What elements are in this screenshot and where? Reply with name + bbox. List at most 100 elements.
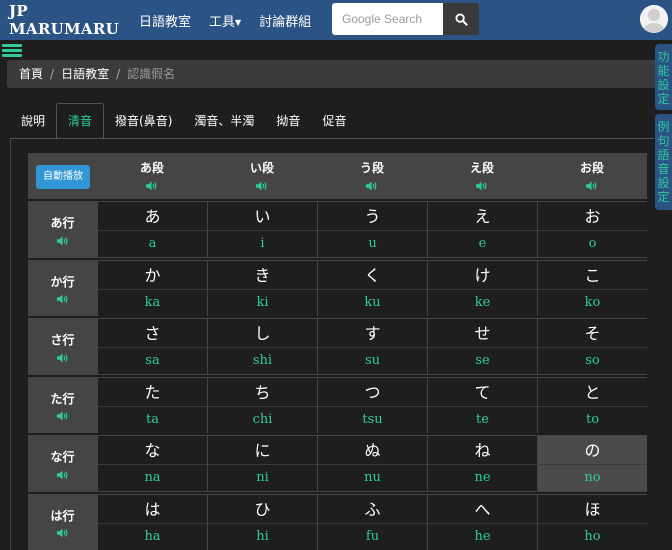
speaker-icon[interactable]	[28, 292, 97, 306]
kana-cell[interactable]: こ ko	[538, 260, 647, 316]
kana-character: つ	[318, 378, 427, 407]
speaker-icon[interactable]	[28, 526, 97, 540]
nav-link-classroom[interactable]: 日語教室	[139, 11, 191, 30]
romaji-label: te	[476, 411, 489, 427]
row-header[interactable]: は行	[28, 493, 97, 550]
kana-character: な	[98, 436, 207, 465]
kana-cell[interactable]: そ so	[538, 319, 647, 374]
speaker-icon[interactable]	[317, 178, 427, 192]
row-header[interactable]: た行	[28, 376, 97, 433]
kana-cell[interactable]: は ha	[98, 494, 207, 550]
kana-cell[interactable]: ふ fu	[318, 494, 427, 550]
caret-down-icon: ▼	[235, 17, 242, 27]
kana-character: ふ	[318, 495, 427, 524]
kana-character: す	[318, 319, 427, 348]
romaji-label: he	[474, 528, 491, 544]
kana-cell[interactable]: ね ne	[428, 436, 537, 491]
kana-cell[interactable]: な na	[98, 436, 207, 491]
column-header-label: お段	[579, 161, 604, 175]
kana-character: あ	[98, 202, 207, 231]
side-panel-voice[interactable]: 例句語音設定	[655, 114, 672, 210]
site-brand[interactable]: JP MARUMARU	[9, 2, 139, 38]
romaji-label: ka	[144, 294, 161, 310]
kana-cell[interactable]: て te	[428, 377, 537, 433]
kana-cell[interactable]: いi	[208, 202, 317, 257]
side-panel-settings[interactable]: 功能設定	[655, 44, 672, 110]
column-header[interactable]: え段	[427, 159, 537, 192]
tab-seion[interactable]: 清音	[56, 103, 105, 138]
side-panel-settings-label: 功能設定	[657, 50, 670, 106]
kana-cell[interactable]: す su	[318, 319, 427, 374]
nav-link-tools-label: 工具	[209, 14, 236, 30]
kana-cell[interactable]: さ sa	[98, 319, 207, 374]
hamburger-menu-icon[interactable]	[2, 44, 22, 58]
row-header-label: あ行	[50, 216, 75, 230]
search-input[interactable]: Google Search	[332, 3, 443, 35]
kana-cell[interactable]: た ta	[98, 377, 207, 433]
speaker-icon[interactable]	[427, 178, 537, 192]
kana-cell[interactable]: つ tsu	[318, 377, 427, 433]
tab-dakuon[interactable]: 濁音、半濁	[183, 104, 265, 138]
romaji-label: so	[585, 353, 600, 368]
kana-character: お	[538, 202, 647, 231]
row-header-label: は行	[50, 508, 75, 523]
column-header[interactable]: い段	[207, 159, 317, 192]
kana-cell[interactable]: ひ hi	[208, 494, 317, 550]
romaji-label: su	[364, 353, 381, 368]
romaji-label: to	[585, 411, 600, 427]
kana-cell[interactable]: おo	[538, 202, 647, 257]
kana-cell[interactable]: き ki	[208, 260, 317, 316]
speaker-icon[interactable]	[97, 178, 207, 192]
tab-explanation[interactable]: 說明	[10, 104, 56, 138]
romaji-label: ni	[256, 470, 269, 485]
speaker-icon[interactable]	[28, 350, 97, 364]
speaker-icon[interactable]	[28, 467, 97, 481]
kana-cell[interactable]: く ku	[318, 260, 427, 316]
kana-cell[interactable]: に ni	[208, 436, 317, 491]
nav-link-forum[interactable]: 討論群組	[259, 11, 311, 30]
speaker-icon[interactable]	[537, 178, 647, 192]
kana-cell[interactable]: うu	[318, 202, 427, 257]
kana-cell[interactable]: あa	[98, 202, 207, 257]
search-button[interactable]	[443, 3, 479, 35]
romaji-label: ha	[144, 528, 161, 544]
column-header[interactable]: う段	[317, 159, 427, 192]
column-header-label: え段	[469, 161, 494, 175]
romaji-label: ku	[364, 294, 381, 310]
column-header[interactable]: あ段	[97, 159, 207, 192]
row-header-label: な行	[50, 450, 75, 464]
kana-cell[interactable]: と to	[538, 377, 647, 433]
kana-cell[interactable]: し shi	[208, 319, 317, 374]
speaker-icon[interactable]	[28, 409, 97, 423]
tab-sokuon[interactable]: 促音	[311, 104, 357, 138]
kana-cell[interactable]: せ se	[428, 319, 537, 374]
kana-character: ほ	[538, 495, 647, 524]
row-header[interactable]: さ行	[28, 318, 97, 375]
kana-cell[interactable]: へ he	[428, 494, 537, 550]
column-header[interactable]: お段	[537, 159, 647, 192]
user-avatar-icon[interactable]	[640, 5, 668, 33]
kana-cell[interactable]: えe	[428, 202, 537, 257]
kana-cell[interactable]: か ka	[98, 260, 207, 316]
kana-character: て	[428, 378, 537, 407]
row-header[interactable]: か行	[28, 259, 97, 316]
row-header[interactable]: な行	[28, 435, 97, 492]
kana-character: え	[428, 202, 537, 231]
kana-character: し	[208, 319, 317, 348]
tab-youon[interactable]: 拗音	[265, 104, 311, 138]
breadcrumb-section[interactable]: 日語教室	[61, 67, 109, 81]
kana-character: ぬ	[318, 436, 427, 465]
kana-cell[interactable]: の no	[538, 436, 647, 491]
autoplay-button[interactable]: 自動播放	[36, 165, 90, 189]
speaker-icon[interactable]	[207, 178, 317, 192]
tab-hatsuon[interactable]: 撥音(鼻音)	[104, 104, 183, 138]
kana-cell[interactable]: ち chi	[208, 377, 317, 433]
kana-character: ひ	[208, 495, 317, 524]
breadcrumb-home[interactable]: 首頁	[19, 67, 43, 81]
nav-link-tools[interactable]: 工具▼	[209, 11, 241, 30]
kana-cell[interactable]: ぬ nu	[318, 436, 427, 491]
speaker-icon[interactable]	[28, 233, 97, 247]
kana-cell[interactable]: ほ ho	[538, 494, 647, 550]
kana-cell[interactable]: け ke	[428, 260, 537, 316]
row-header[interactable]: あ行	[28, 201, 97, 258]
